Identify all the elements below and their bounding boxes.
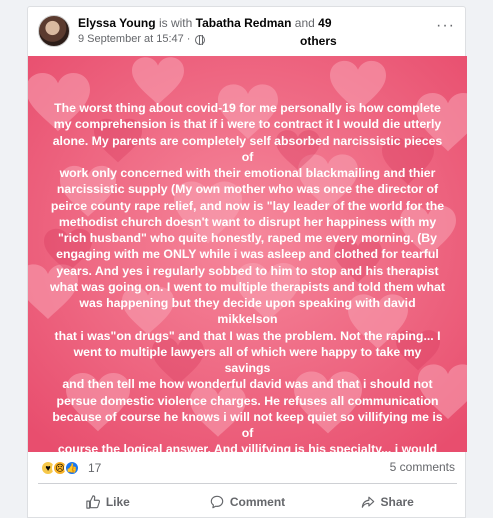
share-button[interactable]: Share [317,487,457,517]
post-card: Elyssa Young is with Tabatha Redman and … [27,6,467,518]
share-label: Share [380,495,414,509]
post-text-line: and then tell me how wonderful david was… [62,377,433,392]
like-label: Like [105,495,130,509]
comment-label: Comment [229,495,286,509]
post-meta: 9 September at 15:47 · [78,33,206,46]
post-text-line: went to multiple lawyers all of which we… [73,344,422,375]
post-background: The worst thing about covid-19 for me pe… [28,56,467,452]
post-text-line: The worst thing about covid-19 for me pe… [54,101,441,115]
with-text: is with [158,16,193,30]
thumbs-up-icon [86,495,100,509]
post-text-line: persue domestic violence charges. He ref… [56,393,439,408]
author-name[interactable]: Elyssa Young [78,16,156,30]
comments-count[interactable]: 5 comments [390,460,455,474]
meta-separator: · [186,33,191,45]
author-avatar[interactable] [38,15,70,47]
post-timestamp[interactable]: 9 September at 15:47 [78,33,184,46]
post-text-line: "rich husband" who quite honestly, raped… [57,231,438,245]
share-icon [361,496,374,508]
reaction-count[interactable]: 17 [88,461,101,475]
author-line: Elyssa Young is with Tabatha Redman and … [78,16,458,31]
post-text-line: narcissistic supply (My own mother who w… [56,182,439,197]
post-text-line: that i was"on drugs" and that I was the … [54,328,441,343]
post-text-line: methodist church doesn't want to disrupt… [58,214,437,229]
post-text-line: course the logical answer. And villifyin… [57,442,438,452]
actions-divider [38,483,457,484]
post-text-line: what was going on. I went to multiple th… [50,279,445,294]
more-options-icon[interactable]: ··· [436,17,455,35]
globe-icon[interactable] [195,34,206,45]
post-actions: Like Comment Share [38,487,457,517]
post-text-line: alone. My parents are completely self ab… [52,133,443,164]
post-text-line: because of course he knows i will not ke… [52,409,443,440]
post-header: Elyssa Young is with Tabatha Redman and … [28,7,465,57]
comment-icon [210,495,224,509]
post-text-line: years. And yes i regularly sobbed to him… [56,263,439,278]
tagged-name[interactable]: Tabatha Redman [196,16,292,30]
post-text-line: peirce county rape relief, and now is "l… [50,198,445,213]
others-label[interactable]: others [300,34,337,48]
comment-button[interactable]: Comment [178,487,318,517]
and-text: and [294,16,315,30]
post-text-line: my comprehension is that if i were to co… [53,117,442,132]
post-text-line: work only concerned with their emotional… [59,166,436,180]
post-text-line: was happening but they decide upon speak… [79,296,416,327]
post-text-line: engaging with me ONLY while i was asleep… [56,247,439,262]
thumbs-up-icon: 👍 [64,460,80,476]
post-text: The worst thing about covid-19 for me pe… [50,100,445,452]
others-count[interactable]: 49 [318,16,331,30]
reaction-summary[interactable]: ♥ ☹ 👍 17 [40,459,101,477]
like-button[interactable]: Like [38,487,178,517]
